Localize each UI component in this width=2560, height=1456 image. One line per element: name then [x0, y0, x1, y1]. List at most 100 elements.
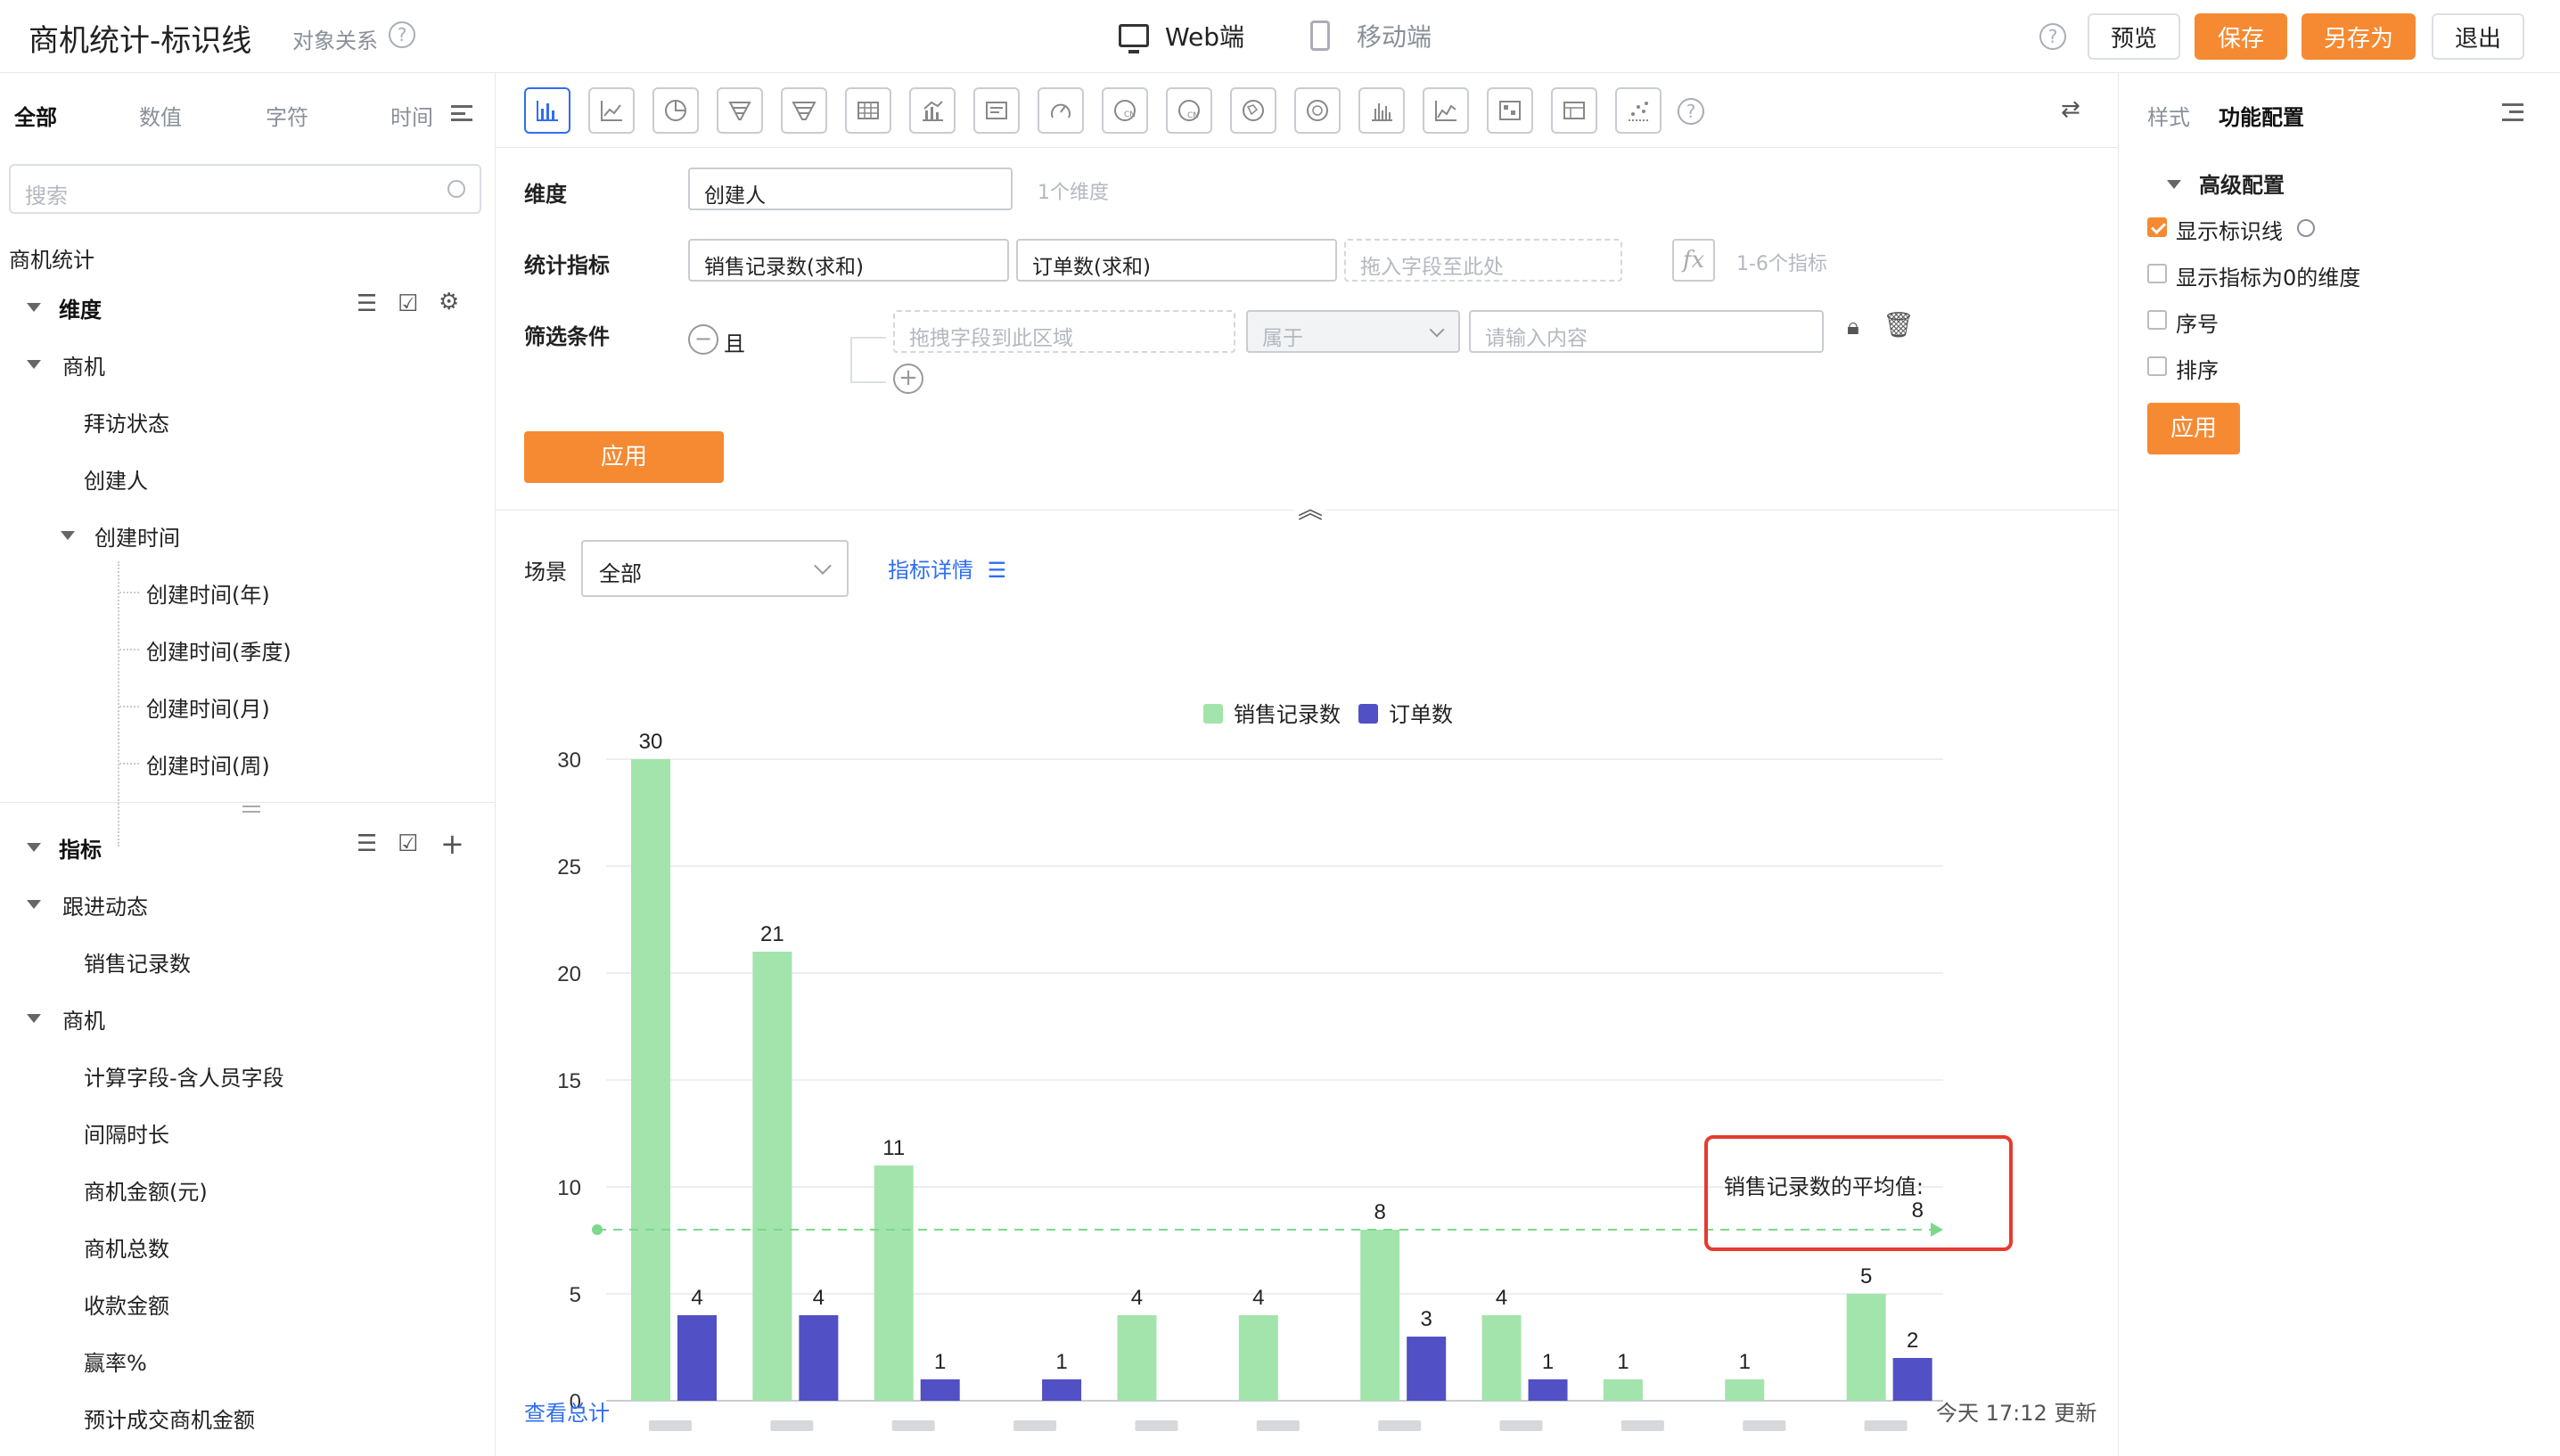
mobile-platform-tab[interactable]: 移动端: [1310, 18, 1432, 53]
apply-button[interactable]: 应用: [524, 431, 724, 483]
filter-value-input[interactable]: 请输入内容: [1469, 310, 1824, 353]
tree-item-time-month[interactable]: 创建时间(月): [146, 691, 270, 723]
collapse-up-icon[interactable]: ︽: [1294, 494, 1326, 526]
scene-select[interactable]: 全部: [581, 540, 849, 597]
tree-item-payment[interactable]: 收款金额: [84, 1288, 169, 1320]
indent-icon[interactable]: ☰: [357, 830, 377, 857]
scatter-chart-button[interactable]: [1615, 87, 1662, 134]
metric-drop-zone[interactable]: 拖入字段至此处: [1344, 239, 1622, 282]
dimension-field-chip[interactable]: 创建人: [688, 168, 1013, 210]
heatmap-button[interactable]: [1487, 87, 1533, 134]
formula-button[interactable]: fx: [1672, 239, 1715, 282]
pie-chart-button[interactable]: [652, 87, 699, 134]
tree-item-expected-amount[interactable]: 预计成交商机金额: [84, 1403, 255, 1434]
reference-line-settings-icon[interactable]: [2297, 219, 2315, 237]
line-chart-button[interactable]: [588, 87, 635, 134]
column-chart-button[interactable]: [1358, 87, 1405, 134]
add-condition-icon[interactable]: +: [893, 364, 923, 394]
select-icon[interactable]: ☑: [398, 290, 418, 317]
show-reference-line-checkbox[interactable]: [2147, 217, 2167, 237]
tree-item-time-year[interactable]: 创建时间(年): [146, 577, 270, 609]
map-cn-button[interactable]: CN: [1102, 87, 1148, 134]
filter-operator-select[interactable]: 属于: [1246, 310, 1460, 353]
help-icon[interactable]: ?: [389, 21, 415, 48]
remove-condition-icon[interactable]: −: [688, 324, 718, 355]
tab-style[interactable]: 样式: [2147, 100, 2190, 131]
world-map-button[interactable]: [1230, 87, 1276, 134]
tab-time[interactable]: 时间: [390, 100, 433, 131]
tree-connector: [119, 706, 139, 708]
save-button[interactable]: 保存: [2195, 13, 2287, 60]
scene-label: 场景: [524, 560, 567, 585]
pivot-table-button[interactable]: [1551, 87, 1597, 134]
tree-group-opportunity-metrics[interactable]: 商机: [62, 1003, 105, 1035]
tree-item-win-rate[interactable]: 赢率%: [84, 1346, 147, 1377]
metric-section-title[interactable]: 指标: [59, 832, 102, 863]
add-icon[interactable]: +: [440, 827, 464, 861]
caret-down-icon[interactable]: [27, 900, 41, 909]
view-total-link[interactable]: 查看总计: [524, 1395, 610, 1427]
advanced-config-title[interactable]: 高级配置: [2199, 168, 2285, 199]
dimension-section-title[interactable]: 维度: [59, 292, 102, 323]
filter-field-drop-zone[interactable]: 拖拽字段到此区域: [893, 310, 1235, 353]
combo-chart-button[interactable]: [909, 87, 956, 134]
caret-down-icon[interactable]: [27, 843, 41, 852]
select-icon[interactable]: ☑: [398, 830, 418, 857]
object-relation-link[interactable]: 对象关系: [292, 23, 378, 54]
chart-type-toolbar: CN CN ? ⇄: [496, 73, 2118, 148]
swap-axes-icon[interactable]: ⇄: [2061, 96, 2080, 123]
funnel-chart-button[interactable]: [717, 87, 763, 134]
tab-function-config[interactable]: 功能配置: [2219, 100, 2304, 131]
tree-group-followup[interactable]: 跟进动态: [62, 889, 148, 920]
collapse-panel-icon[interactable]: [2502, 103, 2523, 121]
tree-group-opportunity[interactable]: 商机: [62, 349, 105, 380]
gauge-button[interactable]: [1038, 87, 1084, 134]
caret-down-icon[interactable]: [27, 1014, 41, 1023]
resize-handle[interactable]: [242, 806, 260, 813]
settings-icon[interactable]: ⚙: [439, 289, 459, 315]
serial-number-checkbox[interactable]: [2147, 310, 2167, 330]
tree-item-total[interactable]: 商机总数: [84, 1231, 169, 1263]
world-map-alt-button[interactable]: [1294, 87, 1341, 134]
card-button[interactable]: [973, 87, 1020, 134]
tree-item-sales-records[interactable]: 销售记录数: [84, 946, 191, 977]
chart-type-help-icon[interactable]: ?: [1678, 98, 1704, 125]
caret-down-icon[interactable]: [27, 360, 41, 369]
show-zero-dimension-checkbox[interactable]: [2147, 264, 2167, 283]
preview-button[interactable]: 预览: [2088, 13, 2180, 60]
area-chart-button[interactable]: [1423, 87, 1469, 134]
tab-string[interactable]: 字符: [266, 100, 308, 131]
menu-icon[interactable]: [451, 105, 472, 121]
caret-down-icon[interactable]: [2167, 180, 2181, 189]
header-help-icon[interactable]: ?: [2039, 23, 2066, 50]
lock-icon[interactable]: 🔒︎: [1847, 314, 1859, 341]
tab-numeric[interactable]: 数值: [139, 100, 182, 131]
map-cn-alt-button[interactable]: CN: [1166, 87, 1212, 134]
filter-logic[interactable]: 且: [724, 326, 745, 357]
tab-all[interactable]: 全部: [14, 100, 57, 131]
field-search-input[interactable]: 搜索: [9, 164, 481, 214]
indent-icon[interactable]: ☰: [357, 290, 377, 317]
caret-down-icon[interactable]: [61, 531, 75, 540]
bar-chart-button[interactable]: [524, 87, 570, 134]
trash-icon[interactable]: 🗑︎: [1883, 310, 1915, 339]
sort-checkbox[interactable]: [2147, 356, 2167, 376]
settings-apply-button[interactable]: 应用: [2147, 403, 2240, 454]
table-button[interactable]: [845, 87, 891, 134]
tree-item-time-quarter[interactable]: 创建时间(季度): [146, 634, 291, 666]
funnel-alt-chart-button[interactable]: [781, 87, 827, 134]
tree-item-calc-field[interactable]: 计算字段-含人员字段: [84, 1060, 284, 1092]
tree-item-interval[interactable]: 间隔时长: [84, 1117, 169, 1149]
exit-button[interactable]: 退出: [2432, 13, 2524, 60]
tree-item-amount[interactable]: 商机金额(元): [84, 1174, 208, 1206]
tree-item-time-week[interactable]: 创建时间(周): [146, 748, 270, 780]
caret-down-icon[interactable]: [27, 303, 41, 312]
save-as-button[interactable]: 另存为: [2302, 13, 2416, 60]
tree-item-create-time[interactable]: 创建时间: [94, 520, 180, 552]
metric-field-chip-2[interactable]: 订单数(求和): [1016, 239, 1337, 282]
metric-field-chip-1[interactable]: 销售记录数(求和): [688, 239, 1009, 282]
web-platform-tab[interactable]: Web端: [1119, 18, 1244, 53]
tree-item-creator[interactable]: 创建人: [84, 463, 148, 495]
tree-item-visit-status[interactable]: 拜访状态: [84, 406, 169, 438]
metric-detail-link[interactable]: 指标详情 ☰: [888, 552, 1006, 584]
